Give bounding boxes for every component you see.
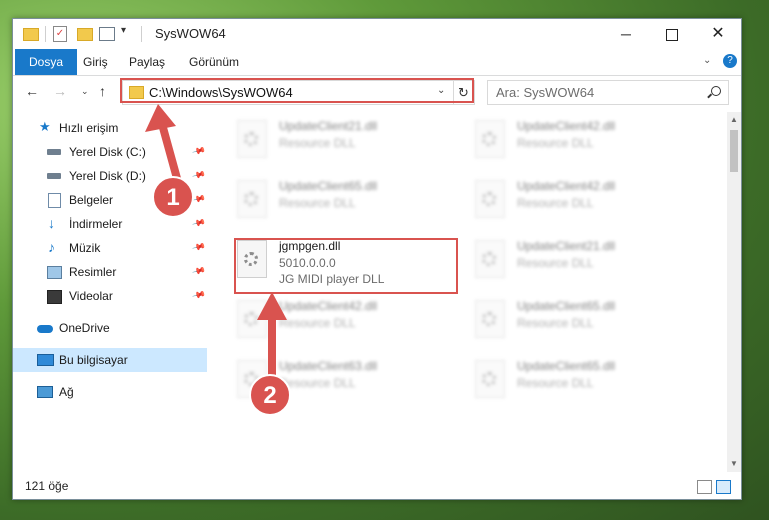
step-1-badge: 1 [152, 176, 194, 218]
annotation-arrows [145, 104, 287, 384]
arrow-1 [145, 104, 182, 186]
step-2-badge: 2 [249, 374, 291, 416]
arrow-2 [257, 292, 287, 384]
